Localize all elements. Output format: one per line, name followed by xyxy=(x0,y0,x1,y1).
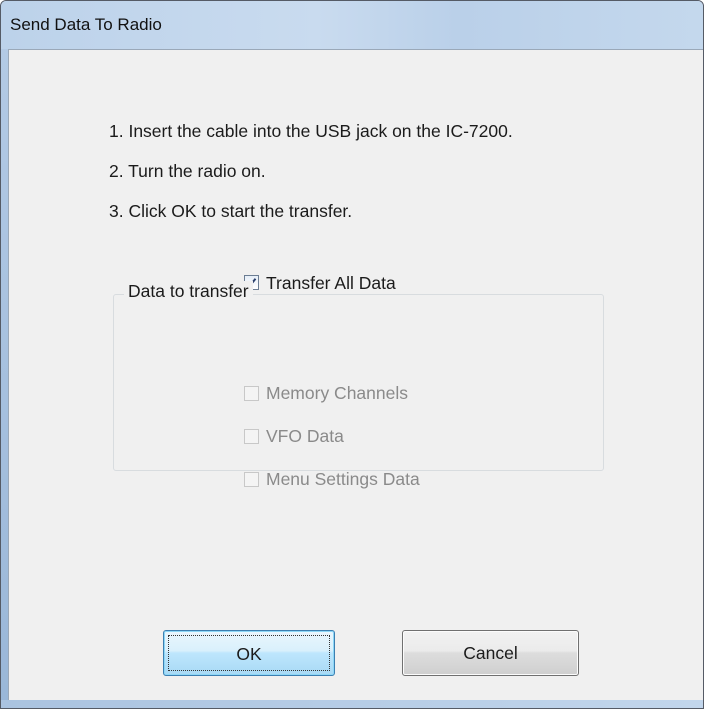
instruction-step-3: 3. Click OK to start the transfer. xyxy=(109,201,353,221)
ok-button-label: OK xyxy=(236,644,262,664)
cancel-button[interactable]: Cancel xyxy=(402,630,579,676)
window-title: Send Data To Radio xyxy=(10,15,162,34)
instruction-step-1: 1. Insert the cable into the USB jack on… xyxy=(109,121,513,141)
vfo-data-label: VFO Data xyxy=(266,426,344,446)
menu-settings-checkbox[interactable] xyxy=(244,472,259,487)
title-bar[interactable]: Send Data To Radio xyxy=(1,1,703,49)
cancel-button-label: Cancel xyxy=(463,643,518,663)
vfo-data-checkbox[interactable] xyxy=(244,429,259,444)
memory-channels-checkbox[interactable] xyxy=(244,386,259,401)
window-frame-bottom xyxy=(1,700,703,708)
send-data-dialog: Send Data To Radio 1. Insert the cable i… xyxy=(0,0,704,709)
instruction-step-2: 2. Turn the radio on. xyxy=(109,161,266,181)
ok-button-focus-rect: OK xyxy=(168,635,330,671)
menu-settings-label: Menu Settings Data xyxy=(266,469,420,489)
data-to-transfer-legend: Data to transfer xyxy=(124,281,253,302)
window-frame-left xyxy=(1,49,8,700)
transfer-all-label[interactable]: Transfer All Data xyxy=(266,273,396,294)
memory-channels-label: Memory Channels xyxy=(266,383,408,403)
ok-button[interactable]: OK xyxy=(163,630,335,676)
